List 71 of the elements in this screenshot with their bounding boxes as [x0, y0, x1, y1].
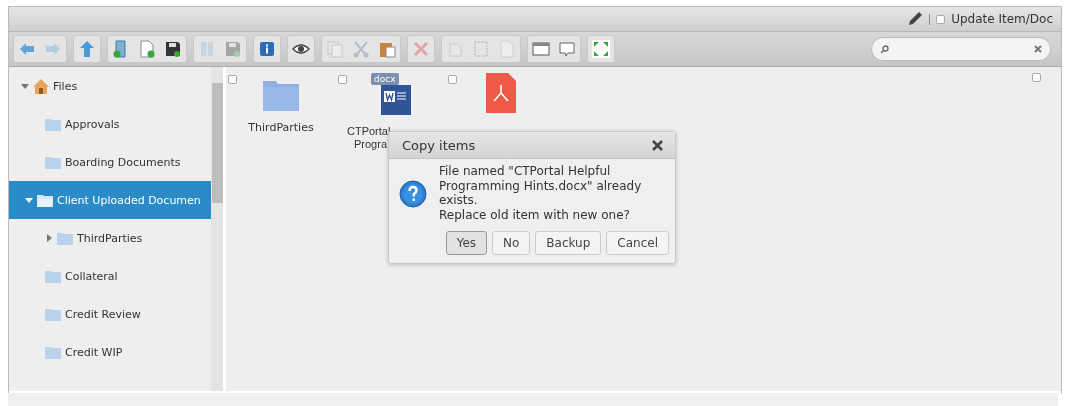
select-all-checkbox[interactable]: [1032, 73, 1041, 82]
caret-right-icon[interactable]: [45, 234, 53, 242]
search-field[interactable]: [871, 37, 1051, 61]
arrow-up-icon: [78, 40, 96, 58]
folder-icon: [57, 231, 73, 245]
search-icon: [880, 44, 889, 54]
checkbox[interactable]: [228, 75, 237, 84]
dialog-button[interactable]: Cancel: [606, 231, 669, 255]
file-type-badge: docx: [371, 73, 399, 85]
copy-icon: [326, 40, 344, 58]
question-icon: [399, 180, 427, 208]
tree-item[interactable]: Credit Review: [9, 295, 211, 333]
clipboard-icon: [378, 40, 396, 58]
dialog-message: File named "CTPortal Helpful Programming Hints.docx" already exists.: [439, 164, 643, 208]
checkbox[interactable]: [448, 75, 457, 84]
house-icon: [33, 78, 49, 94]
checkbox[interactable]: [936, 14, 946, 24]
folder-icon: [45, 155, 61, 169]
x-mark-icon: [412, 40, 430, 58]
tree-item[interactable]: ThirdParties: [9, 219, 211, 257]
speech-bubble-icon: [558, 40, 576, 58]
pencil-icon[interactable]: [907, 11, 924, 27]
dialog-button[interactable]: Backup: [535, 231, 602, 255]
tree-item[interactable]: Approvals: [9, 105, 211, 143]
window-icon: [532, 40, 550, 58]
tree-item[interactable]: Credit WIP: [9, 333, 211, 371]
tree-item[interactable]: Client Uploaded Documen: [9, 181, 211, 219]
folder-icon: [45, 117, 61, 131]
separator: [929, 13, 931, 25]
scrollbar[interactable]: [211, 67, 223, 391]
folder-icon: [45, 345, 61, 359]
tree-label: Collateral: [65, 269, 118, 283]
tree-item[interactable]: Boarding Documents: [9, 143, 211, 181]
dashed-rect-icon: [472, 40, 490, 58]
folder-icon: [37, 193, 53, 207]
file-name: CTPortal: [347, 125, 391, 138]
tree-label: ThirdParties: [77, 231, 143, 245]
tree-label: Boarding Documents: [65, 155, 181, 169]
folder-icon[interactable]: [263, 79, 299, 111]
checkbox[interactable]: [338, 75, 347, 84]
tree-label: Credit WIP: [65, 345, 123, 359]
document-edit-icon: [498, 40, 516, 58]
tree-item[interactable]: Files: [9, 67, 211, 105]
tree-label: Files: [53, 79, 78, 93]
pdf-document-icon[interactable]: [486, 73, 516, 113]
arrow-right-icon: [44, 40, 62, 58]
checkbox-label: Update Item/Doc: [951, 12, 1053, 26]
dialog-title: Copy items: [402, 137, 476, 153]
tree-label: Approvals: [65, 117, 120, 131]
floppy-icon: [164, 40, 182, 58]
document-plus-icon: [138, 40, 156, 58]
tree-item[interactable]: Collateral: [9, 257, 211, 295]
caret-down-icon[interactable]: [25, 196, 33, 204]
dialog-button[interactable]: No: [492, 231, 531, 255]
file-name: Progra: [353, 138, 389, 151]
file-name: ThirdParties: [248, 121, 314, 134]
tree-label: Client Uploaded Documen: [57, 193, 201, 207]
dialog-question: Replace old item with new one?: [439, 207, 631, 222]
word-document-icon[interactable]: [381, 85, 411, 115]
expand-icon: [592, 40, 610, 58]
dialog-button[interactable]: Yes: [445, 231, 487, 255]
document-stack-icon: [446, 40, 464, 58]
floppy-icon: [224, 40, 242, 58]
scissors-icon: [352, 40, 370, 58]
folder-icon: [45, 307, 61, 321]
folder-icon: [45, 269, 61, 283]
clear-icon[interactable]: [1034, 45, 1042, 53]
tree-label: Credit Review: [65, 307, 141, 321]
info-icon: [258, 40, 276, 58]
caret-down-icon[interactable]: [21, 82, 29, 90]
close-icon[interactable]: [652, 139, 663, 151]
